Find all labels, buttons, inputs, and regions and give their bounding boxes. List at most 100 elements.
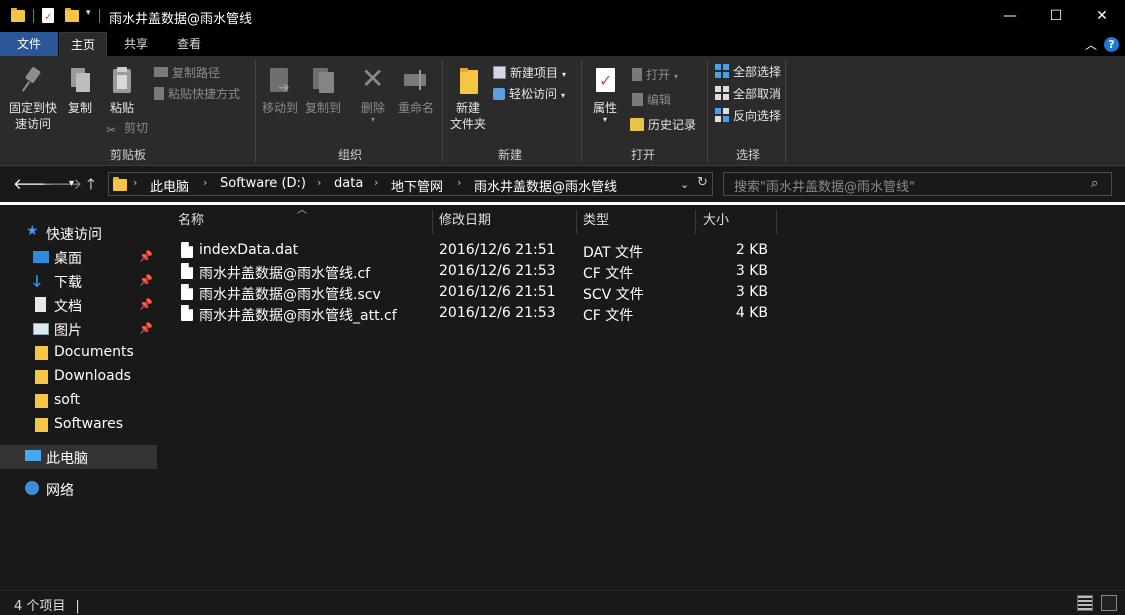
breadcrumb-separator[interactable]: › (457, 176, 461, 189)
table-row[interactable]: 雨水井盖数据@雨水管线.scv 2016/12/6 21:51 SCV 文件 3… (174, 283, 774, 304)
select-none-button[interactable]: 全部取消 (715, 84, 781, 104)
breadcrumb-current[interactable]: 雨水井盖数据@雨水管线 (474, 176, 617, 195)
delete-dropdown-icon[interactable]: ▾ (356, 116, 390, 124)
breadcrumb-this-pc[interactable]: 此电脑 (150, 176, 189, 195)
search-input[interactable]: 搜索"雨水井盖数据@雨水管线" ⌕ (723, 172, 1112, 196)
new-folder-label-line1: 新建 (455, 101, 480, 115)
history-button[interactable]: 历史记录 (630, 115, 696, 135)
recent-locations-chevron-icon[interactable]: ▾ (69, 178, 74, 189)
move-to-button[interactable]: ➜ 移动到 (260, 66, 300, 116)
qat-dropdown-icon[interactable]: ▾ (86, 8, 91, 18)
new-folder-qat-icon[interactable] (65, 8, 79, 22)
search-icon[interactable]: ⌕ (1091, 176, 1098, 191)
select-none-icon (715, 86, 729, 100)
new-folder-button[interactable]: 新建 文件夹 (448, 66, 488, 132)
table-row[interactable]: 雨水井盖数据@雨水管线_att.cf 2016/12/6 21:53 CF 文件… (174, 304, 774, 325)
collapse-ribbon-icon[interactable]: ︿ (1085, 36, 1097, 53)
up-arrow-icon[interactable]: 🡑 (87, 174, 95, 199)
file-name: 雨水井盖数据@雨水管线_att.cf (199, 308, 397, 324)
tab-share[interactable]: 共享 (112, 32, 160, 56)
details-view-icon[interactable] (1077, 595, 1093, 611)
breadcrumb-separator[interactable]: › (317, 176, 321, 189)
easy-access-icon (493, 88, 505, 100)
close-button[interactable]: ✕ (1079, 0, 1125, 32)
easy-access-dropdown-icon: ▾ (561, 91, 566, 100)
ribbon-separator (255, 60, 256, 162)
invert-selection-icon (715, 108, 729, 122)
minimize-button[interactable]: — (987, 0, 1033, 32)
sidebar-item-label: 桌面 (54, 251, 82, 267)
breadcrumb-separator[interactable]: › (203, 176, 207, 189)
title-bar: ✓ ▾ 雨水井盖数据@雨水管线 — ☐ ✕ (0, 0, 1125, 32)
properties-button[interactable]: ✓ 属性 ▾ (587, 66, 623, 124)
column-header-type[interactable]: 类型 (575, 210, 696, 234)
sidebar-item-network[interactable]: 网络 (0, 477, 157, 501)
copy-to-button[interactable]: 复制到 (302, 66, 344, 116)
sidebar-item-desktop[interactable]: 桌面 📌 (0, 245, 157, 269)
tab-home[interactable]: 主页 (59, 32, 107, 56)
forward-arrow-icon[interactable]: 🡒 (42, 174, 82, 193)
select-all-button[interactable]: 全部选择 (715, 62, 781, 82)
sidebar-item-pictures[interactable]: 图片 📌 (0, 317, 157, 341)
sidebar-item-downloads-folder[interactable]: Downloads (0, 365, 157, 389)
select-all-icon (715, 64, 729, 78)
open-label: 打开 (646, 68, 671, 82)
refresh-icon[interactable]: ↻ (697, 175, 708, 190)
open-button[interactable]: 打开 ▾ (632, 65, 678, 85)
properties-dropdown-icon[interactable]: ▾ (587, 116, 623, 124)
folder-icon (35, 418, 48, 432)
ribbon-tabs: 文件 主页 共享 查看 ︿ ? (0, 32, 1125, 56)
table-row[interactable]: 雨水井盖数据@雨水管线.cf 2016/12/6 21:53 CF 文件 3 K… (174, 262, 774, 283)
paste-shortcut-button[interactable]: 粘贴快捷方式 (154, 84, 240, 104)
new-item-button[interactable]: 新建项目 ▾ (493, 63, 566, 83)
breadcrumb-pipe-network[interactable]: 地下管网 (391, 176, 443, 195)
ribbon: 固定到快 速访问 复制 粘贴 复制路径 粘贴快捷方式 ✂ 剪切 剪贴板 ➜ 移动到 (0, 56, 1125, 166)
maximize-button[interactable]: ☐ (1033, 0, 1079, 32)
breadcrumb-drive[interactable]: Software (D:) (220, 176, 306, 191)
copy-path-button[interactable]: 复制路径 (154, 63, 220, 83)
pin-to-quick-access-button[interactable]: 固定到快 速访问 (6, 66, 60, 132)
breadcrumb-separator[interactable]: › (374, 176, 378, 189)
large-icons-view-icon[interactable] (1101, 595, 1117, 611)
file-type: CF 文件 (583, 266, 634, 282)
easy-access-button[interactable]: 轻松访问 ▾ (493, 84, 565, 104)
breadcrumb-data[interactable]: data (334, 176, 363, 191)
sidebar-item-documents[interactable]: Documents (0, 341, 157, 365)
rename-button[interactable]: 重命名 (396, 66, 436, 116)
navigation-pane: ★ 快速访问 桌面 📌 🡓 下载 📌 文档 📌 图片 📌 Documents D… (0, 205, 160, 590)
edit-button[interactable]: 编辑 (632, 90, 671, 110)
sidebar-item-label: Downloads (54, 368, 131, 384)
delete-button[interactable]: ✕ 删除 ▾ (356, 64, 390, 124)
help-icon[interactable]: ? (1104, 37, 1119, 52)
navigation-bar: 🡐 🡒 ▾ 🡑 › 此电脑 › Software (D:) › data › 地… (0, 167, 1125, 201)
file-date: 2016/12/6 21:53 (439, 263, 556, 279)
column-header-name[interactable]: 名称 (170, 210, 433, 234)
address-dropdown-icon[interactable]: ⌄ (680, 178, 689, 191)
sidebar-item-softwares[interactable]: Softwares (0, 413, 157, 437)
breadcrumb-separator[interactable]: › (133, 176, 137, 189)
sidebar-item-this-pc[interactable]: 此电脑 (0, 445, 157, 469)
sidebar-item-soft[interactable]: soft (0, 389, 157, 413)
properties-qat-icon[interactable]: ✓ (42, 8, 54, 23)
invert-selection-label: 反向选择 (733, 109, 782, 123)
sidebar-item-quick-access[interactable]: ★ 快速访问 (0, 221, 157, 245)
invert-selection-button[interactable]: 反向选择 (715, 106, 781, 126)
sidebar-item-documents-cn[interactable]: 文档 📌 (0, 293, 157, 317)
tab-view[interactable]: 查看 (165, 32, 213, 56)
copy-button[interactable]: 复制 (62, 66, 98, 116)
properties-icon: ✓ (591, 66, 619, 96)
ribbon-separator (581, 60, 582, 162)
tab-file[interactable]: 文件 (0, 32, 58, 56)
address-folder-icon (113, 177, 127, 191)
sidebar-item-downloads[interactable]: 🡓 下载 📌 (0, 269, 157, 293)
edit-icon (632, 93, 643, 106)
column-header-date[interactable]: 修改日期 (431, 210, 577, 234)
new-item-icon (493, 66, 506, 79)
address-bar[interactable]: › 此电脑 › Software (D:) › data › 地下管网 › 雨水… (108, 172, 713, 196)
paste-button[interactable]: 粘贴 (104, 66, 140, 116)
table-row[interactable]: indexData.dat 2016/12/6 21:51 DAT 文件 2 K… (174, 241, 774, 262)
column-header-size[interactable]: 大小 (695, 210, 777, 234)
delete-label: 删除 (360, 101, 385, 115)
history-label: 历史记录 (648, 118, 697, 132)
cut-button[interactable]: ✂ 剪切 (106, 118, 148, 138)
